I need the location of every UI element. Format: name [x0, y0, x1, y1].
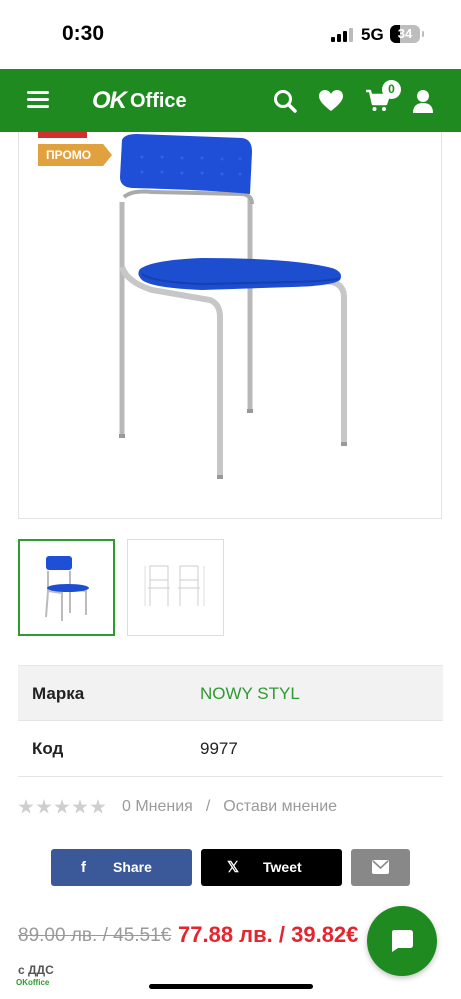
- spec-key: Код: [32, 739, 64, 758]
- battery-level: 34: [397, 26, 413, 41]
- chat-button[interactable]: [367, 906, 437, 976]
- facebook-icon: f: [81, 859, 86, 876]
- star-icon: [18, 799, 34, 814]
- home-indicator: [149, 984, 313, 989]
- star-icon: [36, 799, 52, 814]
- envelope-icon: [372, 860, 389, 874]
- star-icon: [54, 799, 70, 814]
- search-icon[interactable]: [272, 88, 298, 114]
- reviews-link[interactable]: 0 Мнения: [122, 798, 193, 816]
- facebook-share-label: Share: [113, 859, 152, 875]
- x-icon: 𝕏: [227, 859, 240, 876]
- chair-image: [119, 134, 347, 479]
- discount-tag: [38, 132, 87, 138]
- signal-icon: [331, 28, 353, 42]
- network-label: 5G: [361, 25, 384, 44]
- rating-separator: /: [205, 798, 211, 815]
- star-icon: [90, 799, 106, 814]
- write-review-link[interactable]: Остави мнение: [223, 798, 337, 816]
- footer-mini-logo: OKoffice: [16, 978, 50, 987]
- twitter-share-label: Tweet: [263, 859, 302, 875]
- twitter-share-button[interactable]: 𝕏 Tweet: [201, 849, 342, 886]
- thumbnail-1[interactable]: [18, 539, 115, 636]
- spec-row-code: Код 9977: [18, 721, 443, 777]
- menu-icon[interactable]: [27, 91, 49, 109]
- chair-diagram-thumbnail: [144, 565, 205, 606]
- star-rating: [18, 799, 108, 815]
- rating-row: 0 Мнения / Остави мнение: [18, 797, 337, 817]
- old-price: 89.00 лв. / 45.51€: [18, 925, 172, 946]
- chat-icon: [392, 930, 413, 952]
- status-time: 0:30: [62, 22, 105, 45]
- heart-icon[interactable]: [318, 88, 344, 114]
- current-price: 77.88 лв. / 39.82€: [178, 922, 359, 947]
- facebook-share-button[interactable]: f Share: [51, 849, 192, 886]
- user-icon[interactable]: [410, 88, 436, 114]
- battery-icon: 34: [390, 25, 424, 43]
- spec-key: Марка: [32, 684, 85, 703]
- brand-link[interactable]: NOWY STYL: [200, 684, 300, 704]
- chair-thumbnail-image: [45, 556, 89, 621]
- site-logo[interactable]: OK Office: [92, 86, 187, 116]
- vat-note: с ДДС: [18, 963, 54, 977]
- site-header: OK Office: [0, 69, 461, 132]
- status-bar: 0:30 5G 34: [0, 0, 461, 68]
- star-icon: [72, 799, 88, 814]
- email-share-button[interactable]: [351, 849, 410, 886]
- spec-value: 9977: [200, 739, 238, 758]
- logo-mark: OK: [92, 87, 127, 114]
- thumbnail-2[interactable]: [127, 539, 224, 636]
- spec-row-brand: Марка NOWY STYL: [18, 665, 443, 721]
- cart-count-badge: 0: [382, 80, 401, 99]
- logo-word: Office: [130, 89, 187, 112]
